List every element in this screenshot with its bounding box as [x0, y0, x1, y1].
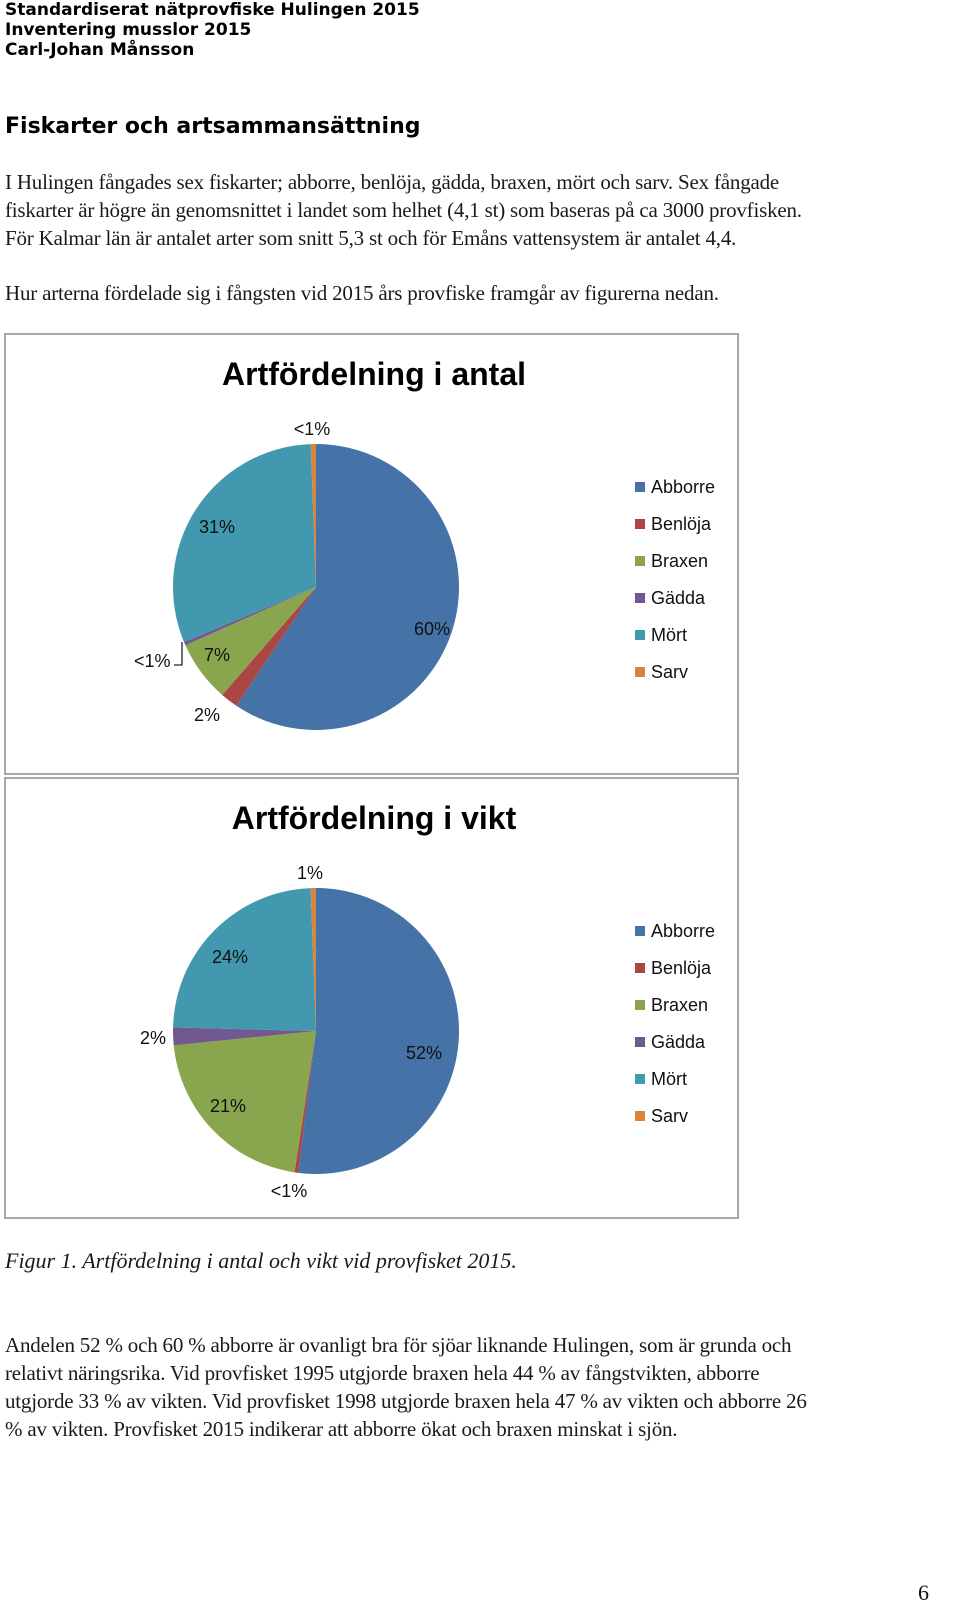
legend-swatch — [635, 667, 645, 677]
intro-line: fiskarter är högre än genomsnittet i lan… — [5, 198, 802, 222]
intro-line: I Hulingen fångades sex fiskarter; abbor… — [5, 170, 780, 194]
legend-label: Braxen — [651, 551, 708, 571]
chart-antal: Artfördelning i antal 60% 2% 7% <1% 31% … — [4, 333, 739, 775]
legend-label: Braxen — [651, 995, 708, 1015]
legend-label: Gädda — [651, 1032, 706, 1052]
header-line-2: Inventering musslor 2015 — [5, 20, 252, 40]
legend-label: Abborre — [651, 477, 715, 497]
legend-label: Sarv — [651, 1106, 688, 1126]
data-label-gadda: 2% — [140, 1028, 166, 1048]
pie-slices — [173, 888, 459, 1174]
chart-title: Artfördelning i antal — [222, 356, 526, 392]
chart-vikt: Artfördelning i vikt 52% <1% 21% 2% 24% … — [4, 777, 739, 1219]
data-label-mort: 24% — [212, 947, 248, 967]
data-label-braxen: 21% — [210, 1096, 246, 1116]
data-label-benloja: 2% — [194, 705, 220, 725]
legend-swatch — [635, 630, 645, 640]
legend-swatch — [635, 926, 645, 936]
legend-label: Benlöja — [651, 514, 712, 534]
closing-line: utgjorde 33 % av vikten. Vid provfisket … — [5, 1389, 807, 1413]
data-label-abborre: 52% — [406, 1043, 442, 1063]
section-title: Fiskarter och artsammansättning — [5, 114, 421, 139]
legend-swatch — [635, 1074, 645, 1084]
lead-line: Hur arterna fördelade sig i fångsten vid… — [5, 281, 719, 305]
data-label-sarv: 1% — [297, 863, 323, 883]
closing-line: % av vikten. Provfisket 2015 indikerar a… — [5, 1417, 678, 1441]
legend-swatch — [635, 556, 645, 566]
data-label-mort: 31% — [199, 517, 235, 537]
legend-swatch — [635, 519, 645, 529]
data-label-benloja: <1% — [271, 1181, 308, 1201]
data-label-braxen: 7% — [204, 645, 230, 665]
pie-chart-vikt: Artfördelning i vikt 52% <1% 21% 2% 24% … — [140, 800, 715, 1201]
header-line-3: Carl-Johan Månsson — [5, 40, 195, 60]
legend-label: Benlöja — [651, 958, 712, 978]
data-label-gadda: <1% — [134, 651, 171, 671]
page-number: 6 — [918, 1580, 929, 1605]
closing-paragraph: Andelen 52 % och 60 % abborre är ovanlig… — [5, 1331, 807, 1443]
intro-line: För Kalmar län är antalet arter som snit… — [5, 226, 737, 250]
legend-swatch — [635, 1037, 645, 1047]
data-label-sarv: <1% — [294, 419, 331, 439]
pie-slices — [172, 444, 459, 730]
legend-label: Mört — [651, 625, 687, 645]
legend-swatch — [635, 963, 645, 973]
figure-caption: Figur 1. Artfördelning i antal och vikt … — [5, 1248, 517, 1273]
pie-chart-antal: Artfördelning i antal 60% 2% 7% <1% 31% … — [134, 356, 715, 730]
legend: Abborre Benlöja Braxen Gädda Mört Sarv — [635, 477, 715, 682]
legend-label: Sarv — [651, 662, 688, 682]
legend: Abborre Benlöja Braxen Gädda Mört Sarv — [635, 921, 715, 1126]
lead-paragraph: Hur arterna fördelade sig i fångsten vid… — [5, 279, 719, 307]
pie-slice-abborre — [298, 888, 459, 1174]
document-header: Standardiserat nätprovfiske Hulingen 201… — [5, 0, 420, 60]
intro-paragraph: I Hulingen fångades sex fiskarter; abbor… — [5, 168, 802, 252]
legend-swatch — [635, 482, 645, 492]
legend-label: Abborre — [651, 921, 715, 941]
chart-title: Artfördelning i vikt — [232, 800, 517, 836]
legend-swatch — [635, 1000, 645, 1010]
legend-label: Mört — [651, 1069, 687, 1089]
data-label-abborre: 60% — [414, 619, 450, 639]
leader-line — [174, 642, 183, 666]
legend-swatch — [635, 593, 645, 603]
closing-line: relativt näringsrika. Vid provfisket 199… — [5, 1361, 760, 1385]
legend-swatch — [635, 1111, 645, 1121]
closing-line: Andelen 52 % och 60 % abborre är ovanlig… — [5, 1333, 792, 1357]
header-line-1: Standardiserat nätprovfiske Hulingen 201… — [5, 0, 420, 20]
legend-label: Gädda — [651, 588, 706, 608]
